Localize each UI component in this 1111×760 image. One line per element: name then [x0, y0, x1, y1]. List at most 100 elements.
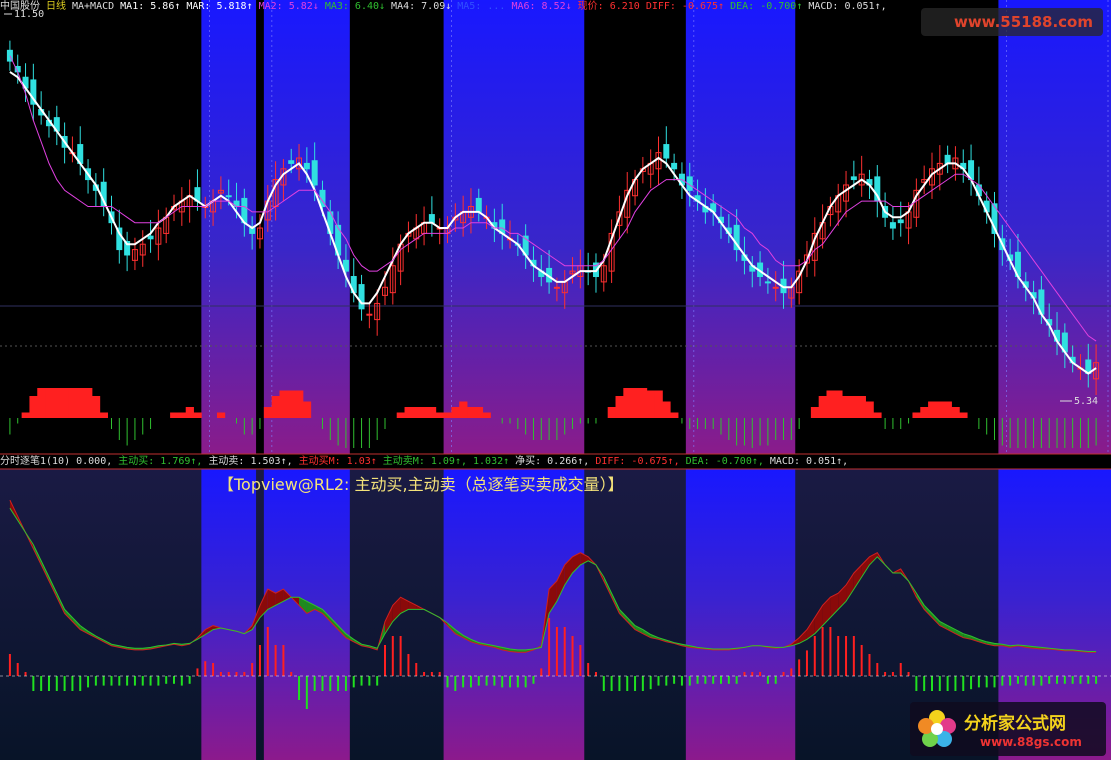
macd-bar [865, 401, 874, 418]
macd-bar [654, 390, 663, 418]
flower-logo-icon [918, 710, 956, 747]
macd-bar [951, 407, 960, 418]
macd-bar [920, 407, 929, 418]
shaded-band [201, 469, 257, 760]
macd-bar [193, 412, 202, 418]
macd-bar [646, 390, 655, 418]
macd-bar [435, 412, 444, 418]
macd-bar [21, 412, 30, 418]
macd-bar [912, 412, 921, 418]
macd-bar [52, 388, 62, 418]
candle-body [366, 313, 373, 316]
macd-bar [412, 407, 421, 418]
header-value: 主动买M: 1.03↑ [298, 456, 377, 467]
header-value: DEA: -0.700↑, [685, 456, 764, 467]
candle-body [889, 222, 896, 229]
watermark-bottom[interactable]: 分析家公式网 www.88gs.com [910, 702, 1106, 756]
macd-bar [873, 412, 882, 418]
macd-bar [474, 407, 484, 418]
header-value: MA+MACD [72, 1, 115, 12]
shaded-band [443, 469, 585, 760]
macd-bar [451, 407, 460, 418]
bottom-indicator-header: 分时逐笔1(10) 0.000, 主动买: 1.769↑, 主动卖: 1.503↑,… [0, 455, 854, 469]
macd-bar [638, 388, 648, 418]
macd-bar [670, 412, 679, 418]
candle-body [553, 286, 560, 289]
header-value: DIFF: -0.675↑, [595, 456, 680, 467]
shaded-band [685, 0, 796, 454]
macd-bar [91, 396, 101, 418]
stock-chart: 11.50 5.34 [0, 0, 1111, 760]
macd-bar [45, 388, 54, 418]
header-value: MA6: 8.52↓ [511, 1, 572, 12]
candle-body [671, 162, 678, 170]
macd-bar [279, 390, 288, 418]
macd-bar [271, 396, 280, 418]
shaded-band [1100, 0, 1111, 454]
macd-bar [623, 388, 632, 418]
candle-body [663, 144, 670, 159]
macd-bar [177, 412, 187, 418]
macd-bar [935, 401, 945, 418]
header-value: 中国股份 [0, 1, 40, 12]
header-value: 主动买: 1.769↑, [118, 456, 203, 467]
header-value: 日线 [46, 1, 66, 12]
macd-bar [76, 388, 85, 418]
macd-bar [29, 396, 38, 418]
macd-bar [216, 412, 226, 418]
candle-body [850, 176, 857, 181]
header-value: 主动卖: 1.503↑, [208, 456, 293, 467]
macd-bar [810, 407, 820, 418]
macd-bar [459, 401, 468, 418]
candle-body [358, 284, 365, 310]
macd-bar [420, 407, 429, 418]
macd-bar [37, 388, 46, 418]
header-value: 主动卖M: 1.09↑, 1.032↑ [382, 456, 510, 467]
candle-body [475, 197, 482, 213]
macd-bar [60, 388, 69, 418]
header-value: 净买: 0.266↑, [515, 456, 590, 467]
header-value: MA3: 6.40↓ [324, 1, 386, 12]
macd-bar [263, 407, 273, 418]
macd-bar [185, 407, 194, 418]
macd-bar [631, 388, 640, 418]
candle-body [147, 235, 154, 240]
macd-bar [834, 390, 843, 418]
watermark-bottom-url: www.88gs.com [980, 735, 1082, 749]
shaded-band [998, 0, 1100, 454]
macd-bar [818, 396, 827, 418]
header-value: MA1: 5.86↑ [120, 1, 181, 12]
macd-bar [943, 401, 952, 418]
macd-bar [84, 388, 93, 418]
header-value: DEA: -0.700↑ [730, 1, 803, 12]
header-value: MA5: ... [457, 1, 506, 12]
price-low-label: 5.34 [1074, 396, 1098, 407]
header-value: MA2: 5.82↓ [258, 1, 319, 12]
candle-body [303, 162, 310, 170]
macd-bar [849, 396, 859, 418]
macd-bar [396, 412, 405, 418]
shaded-band [685, 469, 796, 760]
header-value: DIFF: -0.675↑ [645, 1, 725, 12]
macd-bar [287, 390, 296, 418]
candle-body [897, 219, 904, 224]
macd-bar [295, 390, 304, 418]
candle-body [288, 160, 295, 164]
header-value: MA4: 7.09↓ [391, 1, 452, 12]
candle-body [764, 281, 771, 284]
macd-bar [482, 412, 491, 418]
shaded-band [263, 469, 350, 760]
macd-bar [68, 388, 77, 418]
watermark-top-text: www.55188.com [953, 13, 1093, 31]
macd-bar [404, 407, 413, 418]
macd-bar [662, 401, 671, 418]
macd-bar [857, 396, 866, 418]
macd-bar [928, 401, 937, 418]
header-value: 分时逐笔1(10) 0.000, [0, 456, 113, 467]
header-value: MAR: 5.818↑ [186, 1, 253, 12]
macd-bar [959, 412, 968, 418]
candle-body [225, 195, 232, 198]
watermark-top[interactable]: www.55188.com [921, 8, 1103, 36]
candle-body [944, 154, 951, 164]
indicator-overlay-title: 【Topview@RL2: 主动买,主动卖（总逐笔买卖成交量）】 [218, 475, 624, 494]
